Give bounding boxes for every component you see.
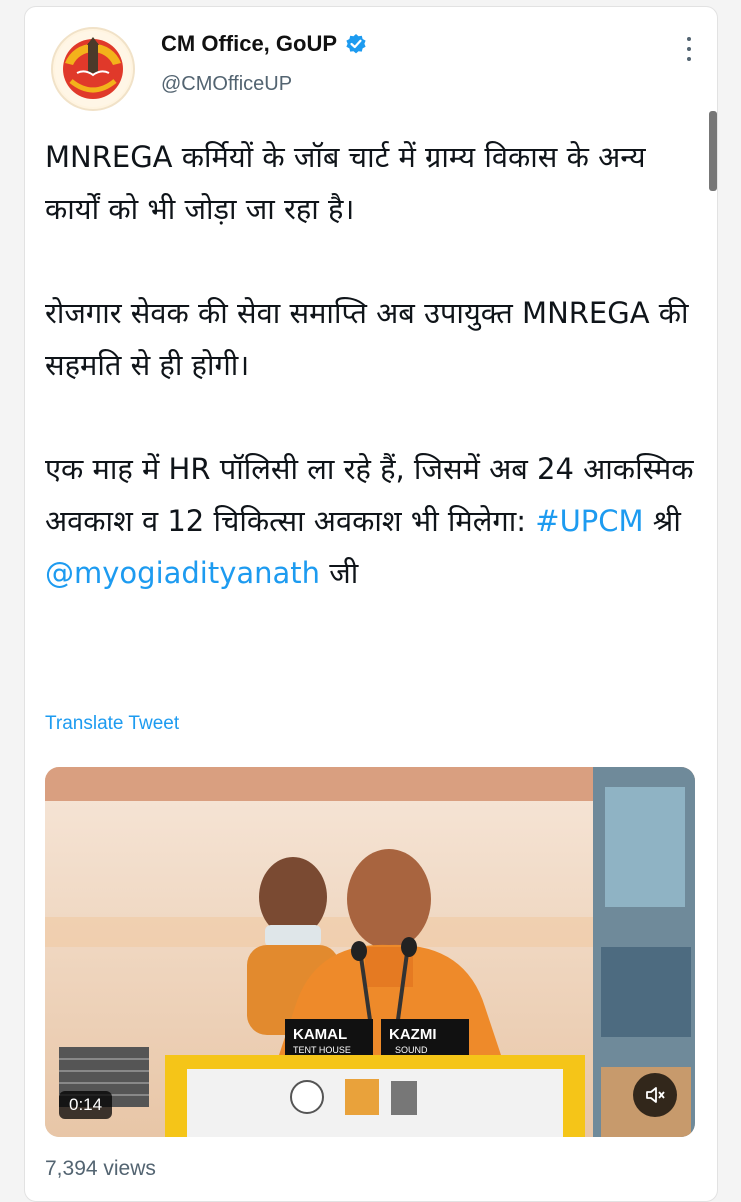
mention-link[interactable]: @myogiadityanath bbox=[45, 556, 320, 590]
translate-tweet-link[interactable]: Translate Tweet bbox=[45, 713, 179, 735]
author-name[interactable]: CM Office, GoUP bbox=[161, 31, 337, 57]
video-frame: KAMAL TENT HOUSE KAZMI SOUND bbox=[45, 767, 695, 1137]
video-duration: 0:14 bbox=[59, 1091, 113, 1119]
tweet-paragraph-3: एक माह में HR पॉलिसी ला रहे हैं, जिसमें … bbox=[45, 443, 705, 599]
hashtag-link[interactable]: #UPCM bbox=[535, 504, 643, 538]
tweet-text: MNREGA कर्मियों के जॉब चार्ट में ग्राम्य… bbox=[45, 131, 705, 599]
tweet-header: CM Office, GoUP @CMOfficeUP bbox=[51, 25, 701, 115]
podium-sign-left: KAMAL bbox=[293, 1026, 347, 1043]
verified-badge-icon bbox=[346, 34, 366, 54]
video-player[interactable]: KAMAL TENT HOUSE KAZMI SOUND 0:14 bbox=[45, 767, 695, 1137]
scrollbar[interactable] bbox=[709, 111, 717, 191]
more-vertical-icon[interactable] bbox=[685, 37, 693, 65]
avatar[interactable] bbox=[51, 27, 135, 111]
podium-sign-right-sub: SOUND bbox=[395, 1045, 428, 1055]
podium-sign-left-sub: TENT HOUSE bbox=[293, 1045, 351, 1055]
tweet-paragraph-1: MNREGA कर्मियों के जॉब चार्ट में ग्राम्य… bbox=[45, 140, 646, 226]
tweet-paragraph-2: रोजगार सेवक की सेवा समाप्ति अब उपायुक्त … bbox=[45, 296, 689, 382]
title-word: श्री bbox=[652, 504, 681, 538]
speaker-muted-icon[interactable] bbox=[633, 1073, 677, 1117]
tweet-card: CM Office, GoUP @CMOfficeUP MNREGA कर्मि… bbox=[24, 6, 718, 1202]
suffix-word: जी bbox=[329, 556, 359, 590]
podium-sign-right: KAZMI bbox=[389, 1026, 437, 1043]
author-handle[interactable]: @CMOfficeUP bbox=[161, 73, 292, 96]
view-count: 7,394 views bbox=[45, 1157, 156, 1180]
emblem-icon bbox=[55, 31, 131, 107]
